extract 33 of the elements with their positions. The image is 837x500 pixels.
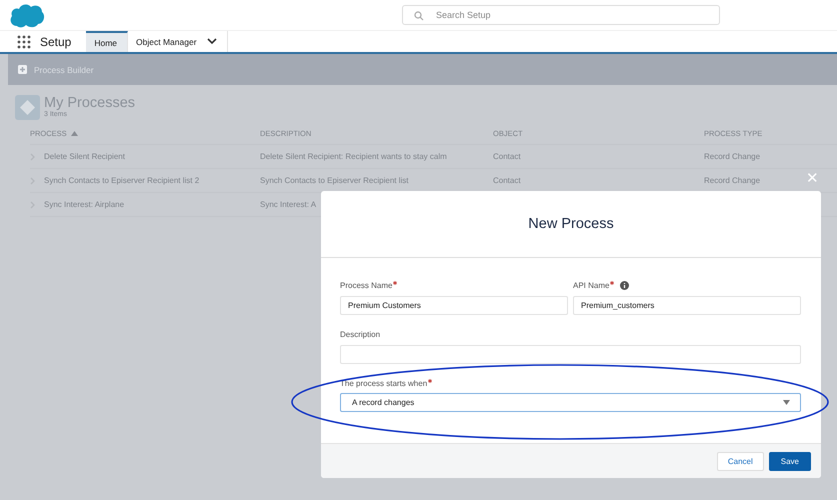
table-cell: Record Change (704, 176, 760, 185)
list-title: My Processes (44, 95, 136, 111)
input-field[interactable]: Premium Customers (340, 296, 568, 315)
table-cell: Sync Interest: A (260, 200, 316, 209)
field-label: Description (340, 330, 380, 338)
info-icon[interactable] (620, 280, 630, 290)
nav-tab[interactable]: Object Manager (128, 31, 228, 52)
table-cell[interactable]: Synch Contacts to Episerver Recipient list 2 (44, 176, 200, 185)
field-label: Process Name (340, 280, 392, 290)
modal-title: New Process (528, 216, 614, 232)
table-cell: Delete Silent Recipient: Recipient wants to stay calm (260, 152, 447, 161)
plus-square-icon (18, 65, 27, 74)
input-field[interactable]: Premium_customers (573, 296, 801, 315)
app-launcher-icon[interactable] (17, 34, 31, 48)
table-cell: Contact (493, 152, 521, 161)
table-cell[interactable]: Delete Silent Recipient (44, 152, 125, 161)
cloud-logo[interactable] (9, 2, 45, 28)
input-field[interactable] (340, 345, 801, 364)
cancel-button[interactable]: Cancel (716, 452, 764, 470)
field-label: API Name (573, 280, 610, 290)
nav-tab[interactable]: Home (86, 31, 128, 52)
table-cell: Synch Contacts to Episerver Recipient list (260, 176, 409, 185)
close-button[interactable]: ✕ (806, 171, 819, 187)
save-button[interactable]: Save (768, 452, 811, 470)
table-cell: Contact (493, 176, 521, 185)
dropdown-triangle-icon[interactable] (783, 400, 790, 405)
select-dropdown[interactable]: A record changes (340, 393, 801, 412)
app-name: Setup (40, 34, 72, 48)
search-field[interactable]: Search Setup (402, 5, 720, 25)
chevron-down-icon[interactable] (206, 38, 217, 45)
table-cell: Record Change (704, 152, 760, 161)
table-cell[interactable]: Sync Interest: Airplane (44, 200, 124, 209)
sort-ascending-icon[interactable] (70, 130, 78, 136)
